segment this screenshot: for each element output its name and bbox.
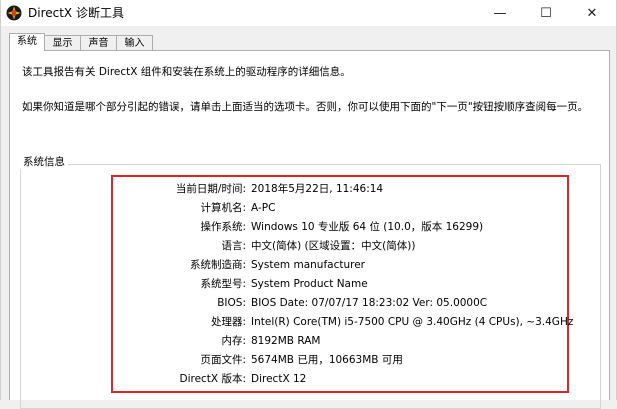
system-info-group-label: 系统信息 xyxy=(20,155,68,169)
info-row-directx-version: DirectX 版本: DirectX 12 xyxy=(120,372,560,386)
tab-system[interactable]: 系统 xyxy=(9,33,45,51)
info-value: 8192MB RAM xyxy=(251,335,321,347)
tab-sound[interactable]: 声音 xyxy=(80,35,117,51)
info-label: 内存: xyxy=(221,335,246,347)
info-label: 当前日期/时间: xyxy=(175,183,246,195)
info-value: Windows 10 专业版 64 位 (10.0，版本 16299) xyxy=(251,221,484,233)
info-row-processor: 处理器: Intel(R) Core(TM) i5-7500 CPU @ 3.4… xyxy=(120,315,573,329)
directx-diagnostic-window: DirectX 诊断工具 — ☐ ✕ 系统 显示 声音 输入 该工具报告有关 D… xyxy=(0,0,617,409)
info-label: 语言: xyxy=(221,240,246,252)
info-value: System manufacturer xyxy=(251,259,366,271)
info-row-model: 系统型号: System Product Name xyxy=(120,277,560,291)
info-row-os: 操作系统: Windows 10 专业版 64 位 (10.0，版本 16299… xyxy=(120,220,560,234)
info-value: System Product Name xyxy=(251,278,368,290)
tab-input[interactable]: 输入 xyxy=(116,35,153,51)
info-value: Intel(R) Core(TM) i5-7500 CPU @ 3.40GHz … xyxy=(251,316,574,328)
info-label: 页面文件: xyxy=(200,354,246,366)
info-row-language: 语言: 中文(简体) (区域设置：中文(简体)) xyxy=(120,239,560,253)
info-value: 中文(简体) (区域设置：中文(简体)) xyxy=(251,240,416,252)
close-button[interactable]: ✕ xyxy=(569,0,615,26)
minimize-button[interactable]: — xyxy=(477,0,523,26)
directx-app-icon xyxy=(6,5,22,21)
info-row-manufacturer: 系统制造商: System manufacturer xyxy=(120,258,560,272)
minimize-icon: — xyxy=(493,5,507,21)
window-title: DirectX 诊断工具 xyxy=(28,6,124,20)
info-label: DirectX 版本: xyxy=(179,373,246,385)
info-value: 2018年5月22日, 11:46:14 xyxy=(251,183,384,195)
info-label: 系统型号: xyxy=(200,278,246,290)
info-row-computer-name: 计算机名: A-PC xyxy=(120,201,560,215)
info-value: DirectX 12 xyxy=(251,373,307,385)
info-value: A-PC xyxy=(251,202,276,214)
info-label: BIOS: xyxy=(217,297,246,309)
info-label: 操作系统: xyxy=(200,221,246,233)
info-label: 系统制造商: xyxy=(189,259,246,271)
info-label: 计算机名: xyxy=(200,202,246,214)
intro-text: 该工具报告有关 DirectX 组件和安装在系统上的驱动程序的详细信息。 xyxy=(22,66,351,78)
system-tab-panel: 该工具报告有关 DirectX 组件和安装在系统上的驱动程序的详细信息。 如果你… xyxy=(9,50,610,409)
info-row-memory: 内存: 8192MB RAM xyxy=(120,334,560,348)
maximize-button[interactable]: ☐ xyxy=(523,0,569,26)
info-value: 5674MB 已用，10663MB 可用 xyxy=(251,354,403,366)
info-row-bios: BIOS: BIOS Date: 07/07/17 18:23:02 Ver: … xyxy=(120,296,560,310)
info-label: 处理器: xyxy=(210,316,246,328)
maximize-icon: ☐ xyxy=(540,5,552,21)
instructions-text: 如果你知道是哪个部分引起的错误，请单击上面适当的选项卡。否则，你可以使用下面的"… xyxy=(22,101,589,113)
info-row-page-file: 页面文件: 5674MB 已用，10663MB 可用 xyxy=(120,353,560,367)
title-bar[interactable]: DirectX 诊断工具 — ☐ ✕ xyxy=(1,0,616,26)
info-row-datetime: 当前日期/时间: 2018年5月22日, 11:46:14 xyxy=(120,182,560,196)
close-icon: ✕ xyxy=(586,5,598,21)
info-value: BIOS Date: 07/07/17 18:23:02 Ver: 05.000… xyxy=(251,297,488,309)
tab-display[interactable]: 显示 xyxy=(44,35,81,51)
